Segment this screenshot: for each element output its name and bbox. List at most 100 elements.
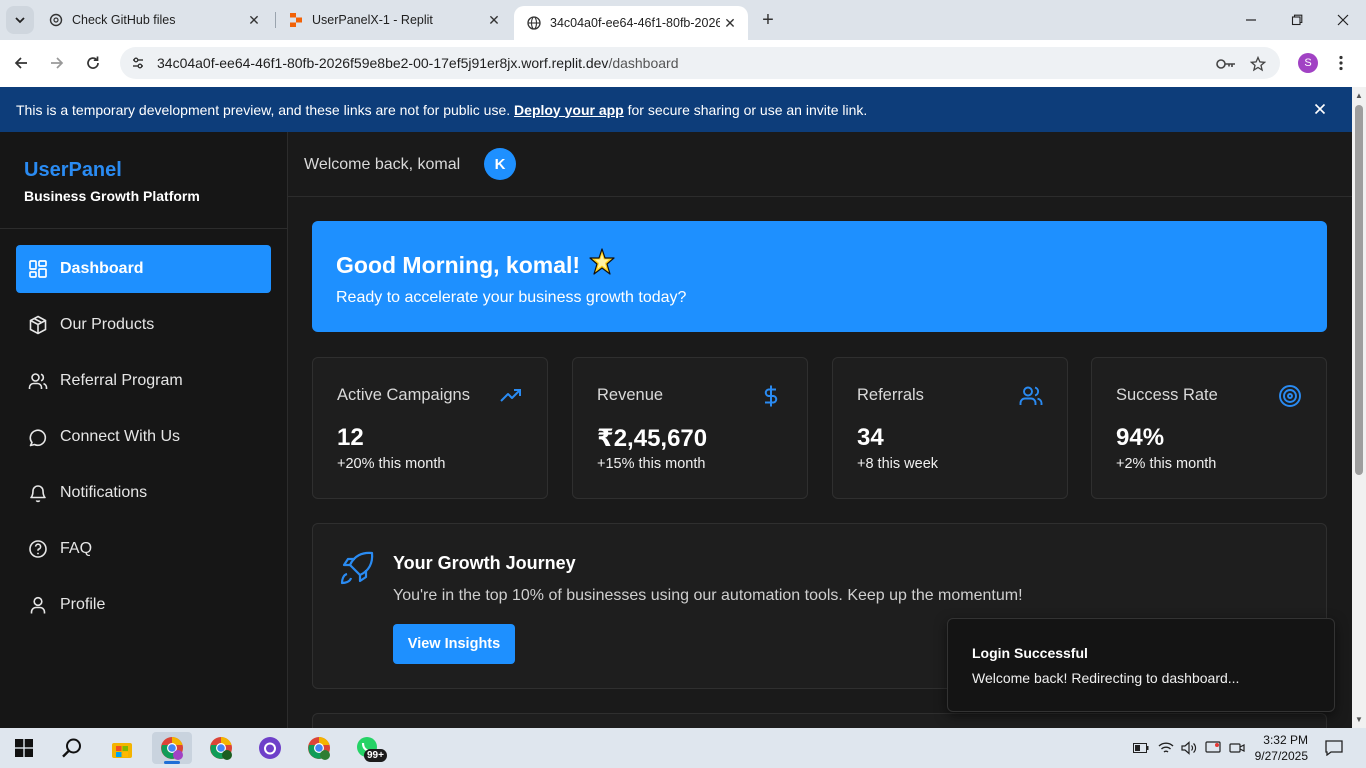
forward-button[interactable] — [44, 50, 70, 76]
sidebar-item-label: Dashboard — [60, 260, 144, 277]
sidebar-item-dashboard[interactable]: Dashboard — [16, 245, 271, 293]
scroll-up-arrow[interactable]: ▲ — [1355, 91, 1363, 100]
taskbar-search-button[interactable] — [52, 732, 92, 764]
notification-center-icon[interactable] — [1324, 738, 1344, 758]
bell-icon — [27, 482, 49, 504]
tab-check-github-files[interactable]: Check GitHub files ✕ — [36, 0, 272, 40]
site-info-icon[interactable] — [128, 53, 148, 73]
stat-value: 12 — [337, 424, 364, 451]
reload-button[interactable] — [80, 50, 106, 76]
close-tab-icon[interactable]: ✕ — [244, 10, 264, 30]
stat-change: +20% this month — [337, 456, 446, 472]
tab-dashboard-active[interactable]: 34c04a0f-ee64-46f1-80fb-2026f59e8be2-00-… — [514, 6, 748, 40]
chrome-icon — [161, 737, 183, 760]
brand-name[interactable]: UserPanel — [24, 159, 200, 182]
sidebar-item-profile[interactable]: Profile — [16, 581, 271, 629]
taskbar-github-desktop[interactable] — [250, 732, 290, 764]
back-button[interactable] — [8, 50, 34, 76]
chrome-icon — [210, 737, 232, 760]
dollar-icon — [759, 384, 783, 408]
users-icon — [27, 370, 49, 392]
bookmark-star-icon[interactable] — [1247, 53, 1269, 75]
top-header: Welcome back, komal K — [288, 132, 1352, 197]
target-icon — [1278, 384, 1302, 408]
stat-change: +15% this month — [597, 456, 706, 472]
stat-label: Success Rate — [1116, 386, 1218, 404]
view-insights-button[interactable]: View Insights — [393, 624, 515, 664]
sidebar-item-label: Referral Program — [60, 372, 183, 389]
tab-title: 34c04a0f-ee64-46f1-80fb-2026f59e8be2-00-… — [550, 16, 720, 30]
minimize-button[interactable] — [1228, 0, 1274, 40]
password-key-icon[interactable] — [1215, 53, 1237, 75]
banner-close-button[interactable] — [1310, 99, 1330, 119]
box-icon — [27, 314, 49, 336]
page-scrollbar[interactable]: ▲ ▼ — [1352, 87, 1366, 728]
openai-icon — [48, 12, 64, 28]
sidebar-item-faq[interactable]: FAQ — [16, 525, 271, 573]
browser-tab-strip: Check GitHub files ✕ UserPanelX-1 - Repl… — [0, 0, 1366, 40]
banner-text: This is a temporary development preview,… — [16, 102, 867, 118]
sidebar-item-notifications[interactable]: Notifications — [16, 469, 271, 517]
tab-title: UserPanelX-1 - Replit — [312, 13, 433, 27]
taskbar-whatsapp[interactable]: 99+ — [348, 732, 388, 764]
glowing-star-icon — [588, 248, 616, 282]
greeting-banner: Good Morning, komal! Ready to accelerate… — [312, 221, 1327, 332]
close-icon — [1314, 103, 1326, 115]
stat-card-revenue: Revenue ₹2,45,670 +15% this month — [572, 357, 808, 499]
volume-icon[interactable] — [1179, 738, 1199, 758]
browser-toolbar: 34c04a0f-ee64-46f1-80fb-2026f59e8be2-00-… — [0, 40, 1366, 87]
meet-now-icon[interactable] — [1227, 738, 1247, 758]
sidebar-item-our-products[interactable]: Our Products — [16, 301, 271, 349]
browser-menu-icon[interactable] — [1336, 52, 1346, 74]
dev-preview-banner: This is a temporary development preview,… — [0, 87, 1352, 132]
wifi-icon[interactable] — [1156, 738, 1176, 758]
windows-start-button[interactable] — [4, 732, 44, 764]
tab-search-button[interactable] — [6, 6, 34, 34]
taskbar-chrome-k[interactable] — [201, 732, 241, 764]
stat-label: Active Campaigns — [337, 386, 470, 404]
sidebar: UserPanel Business Growth Platform Dashb… — [0, 132, 288, 728]
sidebar-item-referral-program[interactable]: Referral Program — [16, 357, 271, 405]
help-circle-icon — [27, 538, 49, 560]
battery-icon[interactable] — [1131, 738, 1151, 758]
arrow-left-icon — [14, 57, 27, 69]
display-icon[interactable] — [1203, 738, 1223, 758]
journey-text: You're in the top 10% of businesses usin… — [393, 587, 1023, 604]
profile-avatar[interactable]: S — [1298, 53, 1318, 73]
new-tab-button[interactable]: + — [756, 8, 780, 32]
close-tab-icon[interactable]: ✕ — [484, 10, 504, 30]
brand: UserPanel Business Growth Platform — [24, 159, 200, 204]
stat-change: +2% this month — [1116, 456, 1217, 472]
taskbar-clock[interactable]: 3:32 PM 9/27/2025 — [1250, 732, 1308, 764]
user-icon — [27, 594, 49, 616]
toast-message: Welcome back! Redirecting to dashboard..… — [972, 670, 1240, 686]
stat-card-referrals: Referrals 34 +8 this week — [832, 357, 1068, 499]
login-success-toast[interactable]: Login Successful Welcome back! Redirecti… — [947, 618, 1335, 712]
taskbar-chrome-s[interactable] — [152, 732, 192, 764]
dashboard-icon — [27, 258, 49, 280]
taskbar-chrome-m[interactable] — [299, 732, 339, 764]
scroll-down-arrow[interactable]: ▼ — [1355, 715, 1363, 724]
stat-value: 94% — [1116, 424, 1165, 451]
sidebar-item-label: Connect With Us — [60, 428, 181, 445]
user-avatar[interactable]: K — [484, 148, 516, 180]
sidebar-item-label: Our Products — [60, 316, 155, 333]
store-icon — [112, 743, 132, 758]
windows-taskbar: 99+ 3:32 PM 9/27/2025 — [0, 728, 1366, 768]
toast-title: Login Successful — [972, 645, 1088, 661]
next-card-partial — [312, 713, 1327, 728]
brand-tagline: Business Growth Platform — [24, 188, 200, 204]
greeting-title-text: Good Morning, komal! — [336, 251, 581, 278]
chat-icon — [27, 426, 49, 448]
deploy-app-link[interactable]: Deploy your app — [514, 102, 624, 118]
tab-replit[interactable]: UserPanelX-1 - Replit ✕ — [276, 0, 512, 40]
sidebar-item-connect-with-us[interactable]: Connect With Us — [16, 413, 271, 461]
microsoft-store-button[interactable] — [102, 732, 142, 764]
close-tab-icon[interactable]: ✕ — [720, 13, 740, 33]
tab-title: Check GitHub files — [72, 13, 176, 27]
close-window-button[interactable] — [1320, 0, 1366, 40]
greeting-title: Good Morning, komal! — [336, 248, 616, 282]
address-bar[interactable]: 34c04a0f-ee64-46f1-80fb-2026f59e8be2-00-… — [120, 47, 1280, 79]
restore-button[interactable] — [1274, 0, 1320, 40]
scroll-thumb[interactable] — [1355, 105, 1363, 475]
